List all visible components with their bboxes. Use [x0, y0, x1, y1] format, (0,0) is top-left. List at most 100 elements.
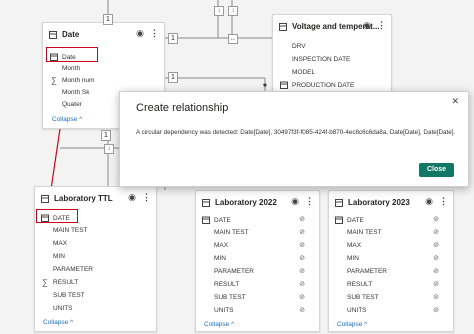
field-label: SUB TEST	[53, 292, 85, 299]
more-options-icon[interactable]: ⋮	[305, 196, 314, 207]
close-button[interactable]: Close	[419, 163, 454, 177]
collapse-link[interactable]: Collapse ^	[204, 321, 234, 328]
field-label: Month num	[62, 77, 95, 84]
hidden-eye-icon[interactable]: ⊘	[433, 293, 439, 301]
field-label: Month Sk	[62, 89, 90, 96]
eye-icon[interactable]: ◉	[128, 192, 136, 203]
field-label: Month	[62, 65, 81, 72]
relationship-filter-button[interactable]: ↕	[214, 6, 224, 16]
cardinality-one-label: 1	[168, 72, 178, 83]
field-model[interactable]: MODEL	[292, 69, 315, 76]
lab-ttl-table-card[interactable]: Laboratory TTL ◉ ⋮ DATE MAIN TEST MAX MI…	[34, 186, 157, 332]
field-min[interactable]: MIN	[214, 255, 226, 262]
dialog-title: Create relationship	[136, 102, 229, 114]
relationship-filter-button[interactable]: ↔	[228, 34, 238, 44]
hidden-eye-icon[interactable]: ⊘	[433, 215, 439, 223]
lab-2023-table-card[interactable]: Laboratory 2023 ◉ ⋮ DATE MAIN TEST MAX M…	[328, 190, 454, 332]
voltage-table-card[interactable]: Voltage and temperat... ◉ ⋮ DRV INSPECTI…	[272, 14, 392, 94]
field-result[interactable]: RESULT	[347, 281, 372, 288]
create-relationship-dialog: Create relationship ✕ A circular depende…	[119, 91, 469, 187]
date-table-header: Date	[49, 30, 79, 39]
field-label: INSPECTION DATE	[292, 56, 351, 63]
lab-2022-table-card[interactable]: Laboratory 2022 ◉ ⋮ DATE MAIN TEST MAX M…	[195, 190, 320, 332]
field-units[interactable]: UNITS	[214, 307, 234, 314]
field-label: UNITS	[347, 307, 367, 314]
lab-2022-title: Laboratory 2022	[215, 198, 277, 207]
field-month[interactable]: Month	[62, 65, 80, 72]
field-date[interactable]: DATE	[335, 216, 364, 224]
hidden-eye-icon[interactable]: ⊘	[299, 280, 305, 288]
field-label: Quater	[62, 101, 82, 108]
field-max[interactable]: MAX	[347, 242, 361, 249]
hidden-eye-icon[interactable]: ⊘	[299, 241, 305, 249]
collapse-link[interactable]: Collapse ^	[43, 319, 73, 326]
field-month-sk[interactable]: Month Sk	[62, 89, 89, 96]
field-quater[interactable]: Quater	[62, 101, 82, 108]
hidden-eye-icon[interactable]: ⊘	[299, 254, 305, 262]
more-options-icon[interactable]: ⋮	[150, 28, 159, 39]
hidden-eye-icon[interactable]: ⊘	[433, 306, 439, 314]
close-icon[interactable]: ✕	[451, 96, 459, 107]
field-sub-test[interactable]: SUB TEST	[53, 292, 85, 299]
eye-icon[interactable]: ◉	[136, 28, 144, 39]
field-main-test[interactable]: MAIN TEST	[53, 227, 88, 234]
hidden-eye-icon[interactable]: ⊘	[433, 280, 439, 288]
more-options-icon[interactable]: ⋮	[439, 196, 448, 207]
eye-icon[interactable]: ◉	[291, 196, 299, 207]
hidden-eye-icon[interactable]: ⊘	[299, 293, 305, 301]
field-max[interactable]: MAX	[53, 240, 67, 247]
field-min[interactable]: MIN	[347, 255, 359, 262]
field-parameter[interactable]: PARAMETER	[53, 266, 93, 273]
field-label: MAX	[53, 240, 68, 247]
hidden-eye-icon[interactable]: ⊘	[433, 254, 439, 262]
table-icon	[279, 22, 287, 31]
field-sub-test[interactable]: SUB TEST	[347, 294, 379, 301]
collapse-link[interactable]: Collapse ^	[52, 116, 82, 123]
calendar-icon	[202, 216, 210, 224]
sigma-icon: ∑	[51, 76, 57, 85]
field-units[interactable]: UNITS	[347, 307, 367, 314]
eye-icon[interactable]: ◉	[425, 196, 433, 207]
field-parameter[interactable]: PARAMETER	[214, 268, 254, 275]
field-label: RESULT	[347, 281, 373, 288]
highlight-date-field	[36, 209, 78, 223]
chevron-up-icon: ^	[364, 321, 368, 328]
field-drv[interactable]: DRV	[292, 43, 306, 50]
field-inspection-date[interactable]: INSPECTION DATE	[292, 56, 350, 63]
eye-icon[interactable]: ◉	[363, 20, 371, 31]
relationship-filter-button[interactable]: ↕	[104, 144, 114, 154]
hidden-eye-icon[interactable]: ⊘	[299, 215, 305, 223]
dialog-message: A circular dependency was detected: Date…	[136, 129, 456, 136]
more-options-icon[interactable]: ⋮	[142, 192, 151, 203]
field-result[interactable]: ∑ RESULT	[41, 278, 78, 287]
field-production-date[interactable]: PRODUCTION DATE	[280, 81, 354, 89]
field-label: PARAMETER	[347, 268, 387, 275]
field-label: MIN	[53, 253, 65, 260]
field-max[interactable]: MAX	[214, 242, 228, 249]
field-label: SUB TEST	[347, 294, 379, 301]
field-main-test[interactable]: MAIN TEST	[347, 229, 382, 236]
hidden-eye-icon[interactable]: ⊘	[299, 228, 305, 236]
field-sub-test[interactable]: SUB TEST	[214, 294, 246, 301]
field-min[interactable]: MIN	[53, 253, 65, 260]
field-label: MAX	[214, 242, 229, 249]
hidden-eye-icon[interactable]: ⊘	[433, 241, 439, 249]
field-main-test[interactable]: MAIN TEST	[214, 229, 249, 236]
field-result[interactable]: RESULT	[214, 281, 239, 288]
more-options-icon[interactable]: ⋮	[377, 20, 386, 31]
hidden-eye-icon[interactable]: ⊘	[433, 267, 439, 275]
field-month-num[interactable]: ∑ Month num	[50, 76, 95, 85]
date-table-title: Date	[62, 30, 80, 39]
hidden-eye-icon[interactable]: ⊘	[299, 267, 305, 275]
hidden-eye-icon[interactable]: ⊘	[433, 228, 439, 236]
relationship-filter-button[interactable]: ↕	[228, 6, 238, 16]
field-units[interactable]: UNITS	[53, 305, 73, 312]
field-date[interactable]: DATE	[202, 216, 231, 224]
field-label: SUB TEST	[214, 294, 246, 301]
table-icon	[335, 198, 343, 207]
collapse-label: Collapse	[43, 319, 69, 326]
hidden-eye-icon[interactable]: ⊘	[299, 306, 305, 314]
field-parameter[interactable]: PARAMETER	[347, 268, 387, 275]
collapse-label: Collapse	[204, 321, 230, 328]
collapse-link[interactable]: Collapse ^	[337, 321, 367, 328]
